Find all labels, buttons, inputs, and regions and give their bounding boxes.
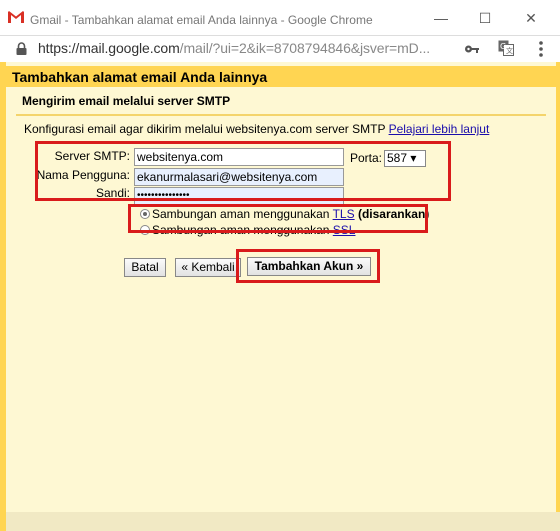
key-icon[interactable] [464, 42, 480, 56]
window-title-bar: Gmail - Tambahkan alamat email Anda lain… [0, 0, 560, 36]
tls-note: (disarankan) [354, 207, 430, 221]
learn-more-link[interactable]: Pelajari lebih lanjut [389, 122, 490, 136]
password-input[interactable]: ••••••••••••••• [134, 187, 344, 205]
tls-link[interactable]: TLS [333, 207, 355, 221]
maximize-button[interactable]: ☐ [476, 10, 494, 26]
dialog-header: Tambahkan alamat email Anda lainnya [6, 66, 556, 87]
ssl-text: Sambungan aman menggunakan [152, 223, 333, 237]
ssl-link[interactable]: SSL [333, 223, 356, 237]
dialog-title: Tambahkan alamat email Anda lainnya [12, 69, 268, 85]
background-strip [6, 512, 560, 531]
tls-text: Sambungan aman menggunakan [152, 207, 333, 221]
url-path: /mail/?ui=2&ik=8708794846&jsver=mD... [179, 40, 431, 56]
more-menu-icon[interactable] [538, 40, 544, 58]
lock-icon [16, 42, 27, 55]
ssl-option-label[interactable]: Sambungan aman menggunakan SSL [152, 223, 355, 237]
cancel-button[interactable]: Batal [124, 258, 166, 277]
minimize-button[interactable]: — [432, 10, 450, 26]
gmail-logo-icon [8, 11, 24, 23]
back-button[interactable]: « Kembali [175, 258, 241, 277]
password-label: Sandi: [95, 186, 130, 200]
port-label: Porta: [350, 151, 383, 165]
ssl-radio[interactable] [140, 225, 150, 235]
smtp-server-input[interactable]: websitenya.com [134, 148, 344, 166]
section-divider [16, 114, 546, 116]
description-text: Konfigurasi email agar dikirim melalui w… [24, 122, 389, 136]
username-input[interactable]: ekanurmalasari@websitenya.com [134, 168, 344, 186]
dialog-subtitle: Mengirim email melalui server SMTP [22, 94, 231, 108]
add-account-button[interactable]: Tambahkan Akun » [247, 257, 371, 276]
url-host: https://mail.google.com [38, 40, 180, 56]
window-title: Gmail - Tambahkan alamat email Anda lain… [30, 13, 373, 27]
close-button[interactable]: ✕ [522, 10, 540, 26]
address-bar[interactable]: https://mail.google.com/mail/?ui=2&ik=87… [0, 36, 560, 62]
tls-radio[interactable] [140, 209, 150, 219]
smtp-server-label: Server SMTP: [54, 149, 130, 163]
svg-text:文: 文 [506, 46, 513, 55]
dialog-page: Tambahkan alamat email Anda lainnya Meng… [0, 62, 560, 531]
username-label: Nama Pengguna: [36, 168, 130, 182]
translate-icon[interactable]: G 文 [498, 40, 514, 56]
description: Konfigurasi email agar dikirim melalui w… [24, 122, 489, 136]
tls-option-label[interactable]: Sambungan aman menggunakan TLS (disarank… [152, 207, 429, 221]
port-select[interactable]: 587 ▾ [384, 150, 426, 167]
url-text[interactable]: https://mail.google.com/mail/?ui=2&ik=87… [38, 40, 430, 56]
